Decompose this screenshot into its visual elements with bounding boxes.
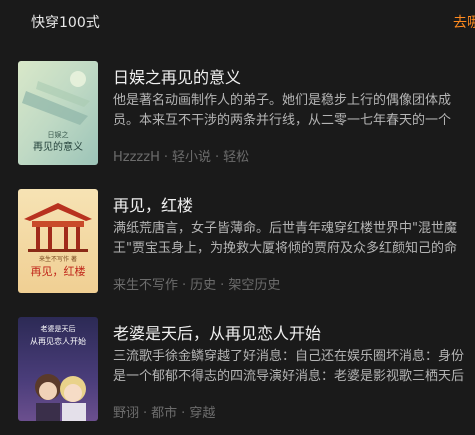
book-description: 三流歌手徐金鳞穿越了好消息：自己还在娱乐圈坏消息：身份 是一个郁郁不得志的四流导… [113, 347, 475, 387]
desc-line: 三流歌手徐金鳞穿越了好消息：自己还在娱乐圈坏消息：身份 [113, 349, 465, 364]
cover-title: 再见，红楼 [31, 264, 86, 278]
book-item[interactable]: 日娱之 再见的意义 日娱之再见的意义 他是著名动画制作人的弟子。她们是稳步上行的… [0, 61, 475, 179]
author: 来生不写作 [113, 278, 179, 293]
cover-subtitle: 来生不写作 著 [39, 255, 77, 263]
book-cover[interactable]: 日娱之 再见的意义 [18, 61, 98, 165]
author: 野诩 [113, 406, 140, 421]
author: HzzzzH [113, 150, 160, 165]
book-meta: 来生不写作 · 历史 · 架空历史 [113, 278, 281, 293]
desc-line: 是一个郁郁不得志的四流导演好消息：老婆是影视歌三栖天后 [113, 369, 465, 384]
book-title[interactable]: 再见，红楼 [113, 192, 193, 216]
cover-title: 再见的意义 [33, 140, 83, 153]
desc-line: 王"贾宝玉身上，为挽救大厦将倾的贾府及众多红颜知己的命 [113, 241, 457, 256]
section-title: 快穿100式 [31, 15, 100, 31]
tag-subcategory: 穿越 [189, 406, 216, 421]
book-meta: HzzzzH · 轻小说 · 轻松 [113, 150, 250, 165]
book-title[interactable]: 老婆是天后，从再见恋人开始 [113, 320, 321, 344]
book-description: 满纸荒唐言，女子皆薄命。后世青年魂穿红楼世界中"混世魔 王"贾宝玉身上，为挽救大… [113, 219, 475, 259]
more-link[interactable]: 去哪 [453, 12, 475, 32]
header: 快穿100式 去哪 [0, 0, 475, 46]
desc-line: 员。本来互不干涉的两条并行线，从二零一七年春天的一个 [113, 113, 452, 128]
desc-line: 他是著名动画制作人的弟子。她们是稳步上行的偶像团体成 [113, 93, 452, 108]
tag-subcategory: 轻松 [223, 150, 250, 165]
tag-category: 都市 [151, 406, 178, 421]
book-title[interactable]: 日娱之再见的意义 [113, 64, 241, 88]
tag-category: 历史 [190, 278, 217, 293]
book-cover[interactable]: 老婆是天后 从再见恋人开始 [18, 317, 98, 421]
desc-line: 满纸荒唐言，女子皆薄命。后世青年魂穿红楼世界中"混世魔 [113, 221, 457, 236]
tag-subcategory: 架空历史 [228, 278, 281, 293]
book-cover[interactable]: 来生不写作 著 再见，红楼 [18, 189, 98, 293]
book-item[interactable]: 老婆是天后 从再见恋人开始 老婆是天后，从再见恋人开始 三流歌手徐金鳞穿越了好消… [0, 317, 475, 435]
cover-subtitle: 老婆是天后 [41, 324, 76, 333]
book-item[interactable]: 来生不写作 著 再见，红楼 再见，红楼 满纸荒唐言，女子皆薄命。后世青年魂穿红楼… [0, 189, 475, 307]
cover-subtitle: 日娱之 [48, 130, 69, 139]
cover-title: 从再见恋人开始 [30, 336, 86, 346]
book-description: 他是著名动画制作人的弟子。她们是稳步上行的偶像团体成 员。本来互不干涉的两条并行… [113, 91, 475, 131]
tag-category: 轻小说 [172, 150, 212, 165]
book-meta: 野诩 · 都市 · 穿越 [113, 406, 216, 421]
